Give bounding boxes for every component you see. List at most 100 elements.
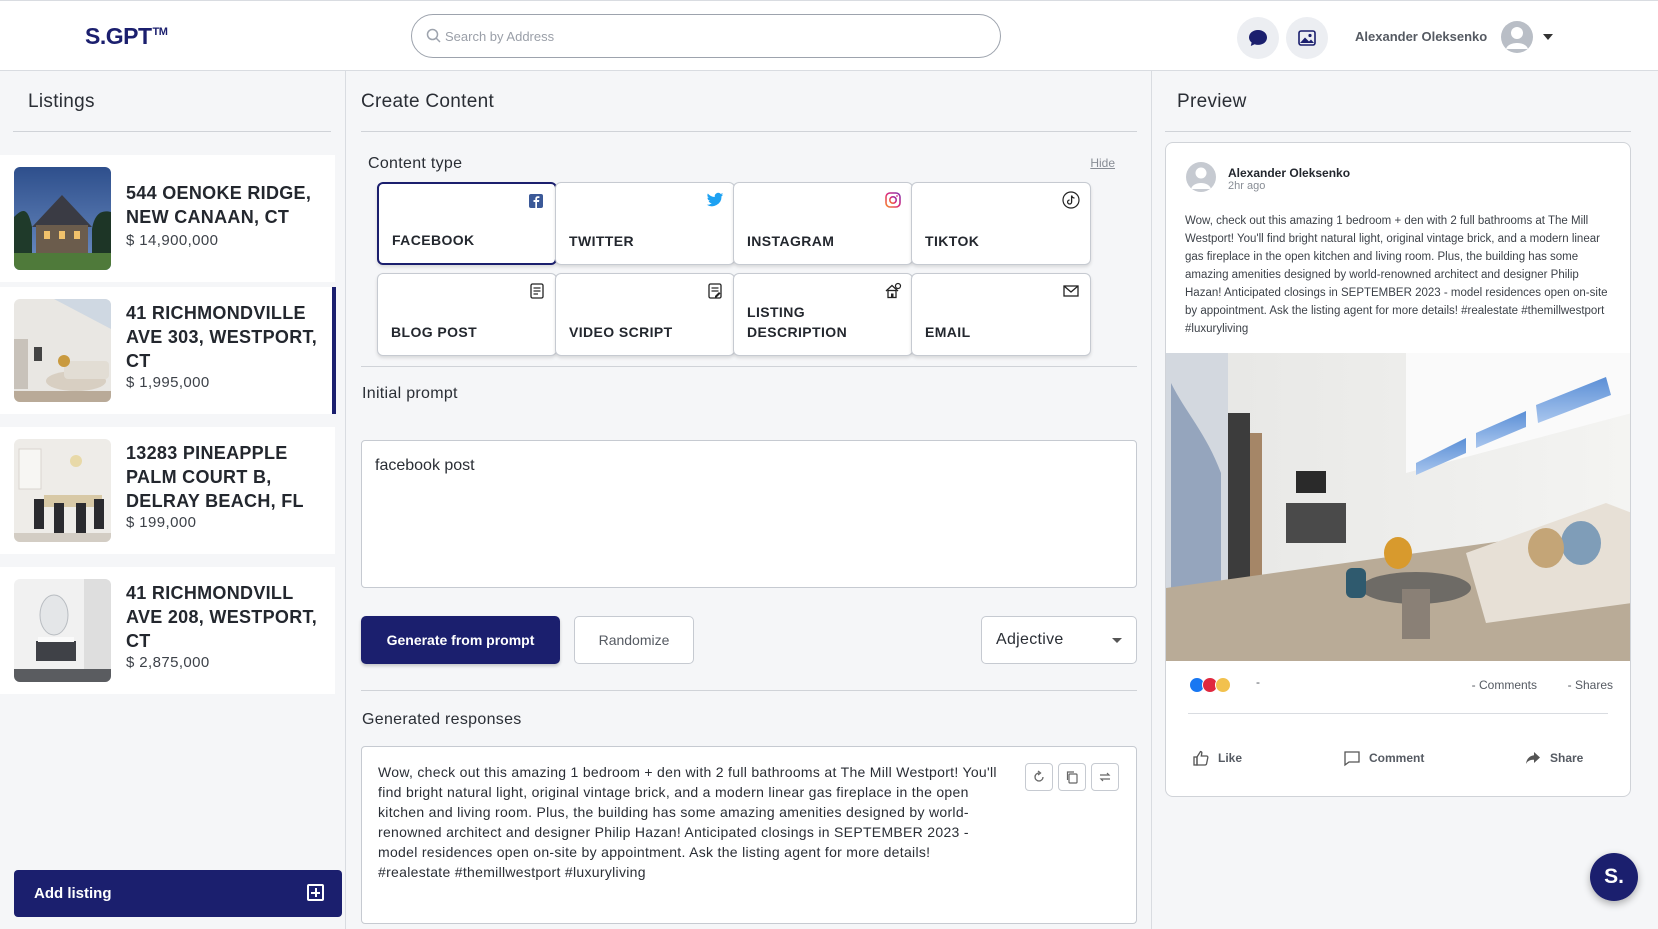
prompt-box[interactable] [361,440,1137,588]
generated-responses-label: Generated responses [362,711,522,728]
post-time: 2hr ago [1228,180,1266,192]
listings-title: Listings [28,91,95,112]
response-card: Wow, check out this amazing 1 bedroom + … [361,746,1137,924]
listing-photo [14,167,111,270]
chat-button[interactable] [1237,17,1279,59]
post-author: Alexander Oleksenko [1228,166,1351,180]
divider [361,131,1137,132]
response-text: Wow, check out this amazing 1 bedroom + … [378,764,997,880]
comments-count[interactable]: - Comments [1472,678,1537,692]
chevron-down-icon[interactable] [1543,34,1553,40]
type-label: INSTAGRAM [747,233,835,249]
comment-button[interactable]: Comment [1343,749,1424,767]
preview-panel: Preview Alexander Oleksenko 2hr ago Wow,… [1153,71,1658,929]
share-icon [1526,752,1540,764]
listing-card[interactable]: 41 RICHMONDVILL AVE 208, WESTPORT, CT $ … [0,567,335,694]
create-title: Create Content [361,91,495,112]
add-listing-label: Add listing [34,885,112,902]
divider [1188,713,1608,714]
divider [361,690,1137,691]
twitter-icon [706,192,724,207]
script-icon [708,283,722,299]
regenerate-button[interactable] [1025,763,1053,791]
type-label: TIKTOK [925,233,980,249]
search-bar[interactable] [411,14,1001,58]
type-facebook[interactable]: FACEBOOK [377,182,557,265]
type-label: BLOG POST [391,324,478,340]
listing-address: 41 RICHMONDVILL AVE 208, WESTPORT, CT [126,583,318,651]
listing-price: $ 1,995,000 [126,374,210,391]
chevron-down-icon [1112,638,1122,643]
plus-square-icon [307,884,324,901]
type-blog-post[interactable]: BLOG POST [377,273,557,356]
haha-reaction-icon [1215,677,1231,693]
mail-icon [1063,285,1079,297]
logo[interactable]: S.GPTTM [85,23,168,50]
gallery-button[interactable] [1286,17,1328,59]
listing-address: 544 OENOKE RIDGE, NEW CANAAN, CT [126,183,312,227]
listing-address: 13283 PINEAPPLE PALM COURT B, DELRAY BEA… [126,443,304,511]
thumbs-up-icon [1193,750,1209,766]
type-twitter[interactable]: TWITTER [555,182,735,265]
shares-count[interactable]: - Shares [1568,678,1613,692]
post-image [1166,353,1630,661]
type-tiktok[interactable]: TIKTOK [911,182,1091,265]
listings-panel: Listings 544 OENOKE RIDGE, NEW CANAAN, C… [0,71,346,929]
user-avatar[interactable] [1501,21,1533,53]
type-listing-description[interactable]: LISTING DESCRIPTION [733,273,913,356]
assistant-fab[interactable]: S. [1590,853,1638,901]
type-instagram[interactable]: INSTAGRAM [733,182,913,265]
tiktok-icon [1062,191,1080,209]
share-label: Share [1550,751,1584,765]
randomize-button[interactable]: Randomize [574,616,694,664]
divider [13,131,331,132]
type-label: TWITTER [569,233,635,249]
swap-icon [1099,772,1111,782]
listing-card[interactable]: 544 OENOKE RIDGE, NEW CANAAN, CT $ 14,90… [0,155,335,282]
avatar-icon [1506,27,1528,49]
listing-price: $ 199,000 [126,514,197,531]
copy-icon [1066,771,1078,784]
listing-photo [14,439,111,542]
hide-link[interactable]: Hide [1090,156,1115,170]
adjective-select[interactable]: Adjective [981,616,1137,664]
post-preview-card: Alexander Oleksenko 2hr ago Wow, check o… [1165,142,1631,797]
add-listing-button[interactable]: Add listing [14,870,342,917]
user-name[interactable]: Alexander Oleksenko [1355,29,1487,44]
top-bar: S.GPTTM Alexander Oleksenko [0,0,1658,71]
content-type-label: Content type [368,155,463,172]
avatar-icon [1191,167,1211,189]
type-label: VIDEO SCRIPT [569,324,673,340]
generate-button[interactable]: Generate from prompt [361,616,560,664]
listing-card[interactable]: 13283 PINEAPPLE PALM COURT B, DELRAY BEA… [0,427,335,554]
copy-button[interactable] [1058,763,1086,791]
listing-photo [14,579,111,682]
type-label: LISTING DESCRIPTION [747,304,848,340]
search-input[interactable] [445,25,985,47]
prompt-input[interactable] [375,457,1115,567]
type-video-script[interactable]: VIDEO SCRIPT [555,273,735,356]
reactions [1189,677,1231,698]
adjective-value: Adjective [996,631,1064,648]
avatar [1186,162,1216,192]
swap-button[interactable] [1091,763,1119,791]
listing-price: $ 2,875,000 [126,654,210,671]
type-email[interactable]: EMAIL [911,273,1091,356]
listing-address: 41 RICHMONDVILLE AVE 303, WESTPORT, CT [126,303,318,371]
blog-icon [530,283,544,299]
divider [361,366,1137,367]
reaction-count: - [1256,675,1260,689]
chat-icon [1249,30,1267,46]
initial-prompt-label: Initial prompt [362,385,458,402]
divider [1165,131,1631,132]
preview-title: Preview [1177,91,1247,112]
like-button[interactable]: Like [1192,749,1242,767]
like-label: Like [1218,751,1243,765]
listing-photo [14,299,111,402]
listing-card[interactable]: 41 RICHMONDVILLE AVE 303, WESTPORT, CT $… [0,287,336,414]
comment-label: Comment [1369,751,1425,765]
type-label: FACEBOOK [392,232,475,248]
listing-price: $ 14,900,000 [126,232,219,249]
share-button[interactable]: Share [1524,749,1583,767]
create-content-panel: Create Content Content type Hide FACEBOO… [347,71,1152,929]
